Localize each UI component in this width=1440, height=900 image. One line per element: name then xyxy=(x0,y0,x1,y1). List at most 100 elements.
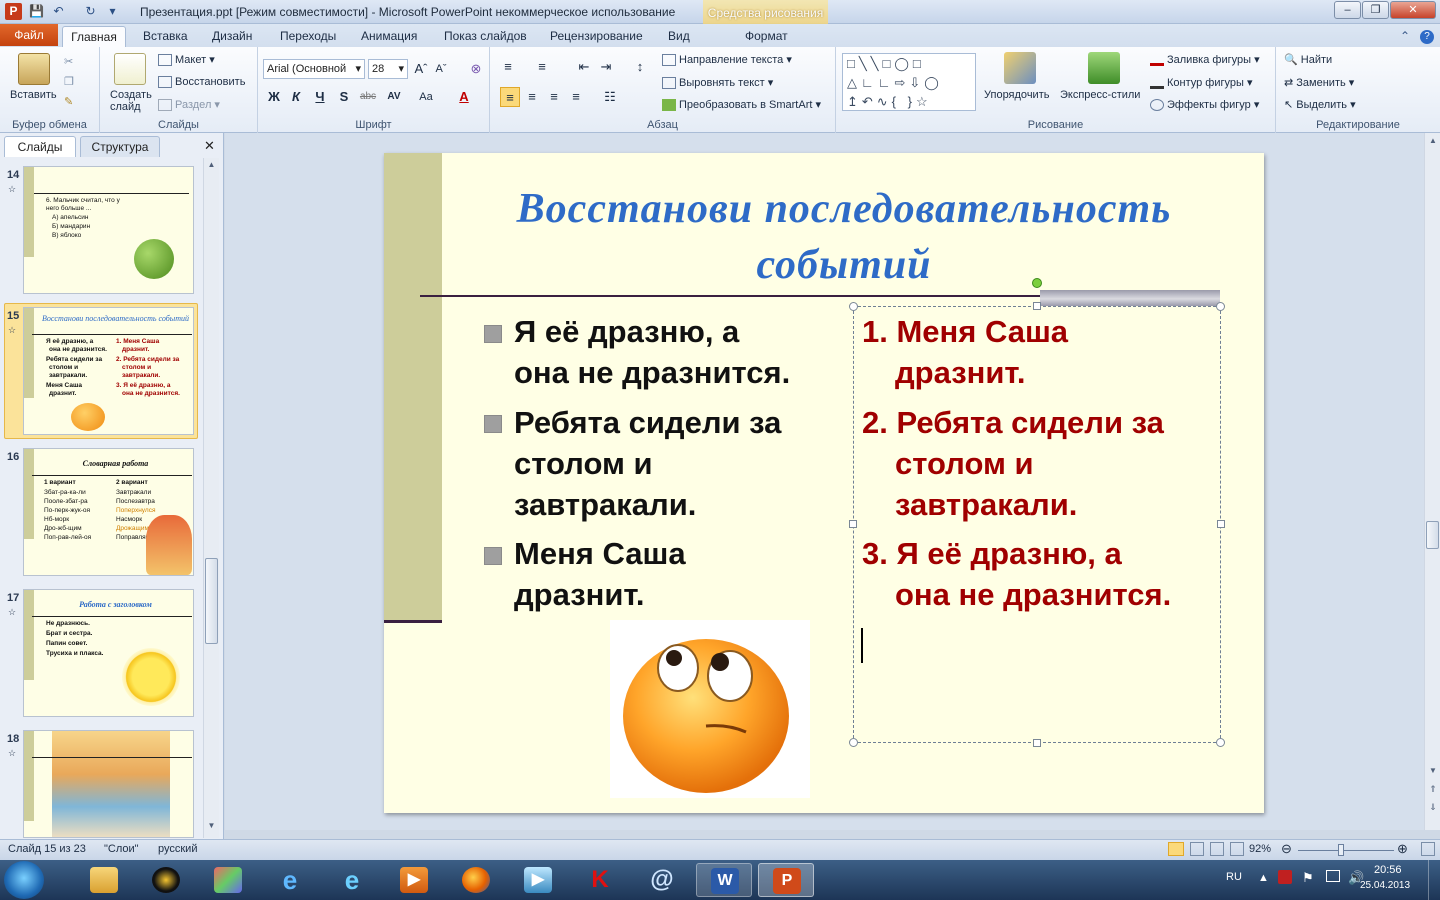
left-item-2[interactable]: Ребята сидели за столом и завтракали. xyxy=(514,402,781,525)
bold-button[interactable]: Ж xyxy=(264,87,284,107)
grow-font-icon[interactable]: Aˆ xyxy=(411,59,431,79)
shape-fill-button[interactable]: Заливка фигуры ▾ xyxy=(1150,53,1260,67)
zoom-slider-thumb[interactable] xyxy=(1338,844,1344,856)
smartart-button[interactable]: Преобразовать в SmartArt ▾ xyxy=(662,98,821,112)
taskbar-video[interactable]: ▶ xyxy=(386,863,442,897)
taskbar-powerpoint[interactable]: P xyxy=(758,863,814,897)
slideshow-icon[interactable] xyxy=(1230,842,1244,856)
taskbar-ie[interactable]: e xyxy=(262,863,318,897)
start-button[interactable] xyxy=(4,861,44,899)
customize-qat-icon[interactable]: ▾ xyxy=(104,3,121,20)
resize-handle[interactable] xyxy=(849,520,857,528)
scroll-up-icon[interactable]: ▲ xyxy=(1427,136,1439,145)
tab-insert[interactable]: Вставка xyxy=(143,29,188,43)
taskbar-word[interactable]: W xyxy=(696,863,752,897)
taskbar-mail[interactable]: @ xyxy=(634,863,690,897)
scroll-down-icon[interactable]: ▼ xyxy=(1427,766,1439,775)
clock-time[interactable]: 20:56 xyxy=(1374,864,1402,876)
arrange-icon[interactable] xyxy=(1004,52,1036,84)
copy-icon[interactable]: ❐ xyxy=(64,75,74,88)
slide-thumbnail-15[interactable]: Восстанови последовательность событий Я … xyxy=(23,307,194,435)
line-spacing-icon[interactable]: ↕ xyxy=(630,57,650,77)
maximize-button[interactable]: ❐ xyxy=(1362,1,1389,19)
justify-icon[interactable]: ≡ xyxy=(566,87,586,107)
tab-review[interactable]: Рецензирование xyxy=(550,29,643,43)
undo-icon[interactable]: ↶ xyxy=(50,3,67,20)
left-item-3[interactable]: Меня Саша дразнит. xyxy=(514,533,686,615)
right-item-2[interactable]: 2. Ребята сидели за столом и завтракали. xyxy=(862,402,1164,525)
normal-view-icon[interactable] xyxy=(1168,842,1184,856)
tab-view[interactable]: Вид xyxy=(668,29,690,43)
right-item-3[interactable]: 3. Я её дразню, а она не дразнится. xyxy=(862,533,1171,615)
slide-thumbnail-18[interactable] xyxy=(23,730,194,838)
taskbar-player[interactable]: ▶ xyxy=(510,863,566,897)
shapes-gallery[interactable]: □╲╲□◯□ △∟∟⇨⇩◯ ↥↶∿{ }☆ xyxy=(842,53,976,111)
increase-indent-icon[interactable]: ⇥ xyxy=(596,57,616,77)
taskbar-kaspersky[interactable]: K xyxy=(572,863,628,897)
reading-view-icon[interactable] xyxy=(1210,842,1224,856)
theme-name[interactable]: "Слои" xyxy=(104,843,139,855)
tab-format[interactable]: Формат xyxy=(745,29,788,43)
slide-thumbnail-14[interactable]: 6. Мальчик считал, что у него больше ...… xyxy=(23,166,194,294)
tab-outline-pane[interactable]: Структура xyxy=(80,136,160,157)
tab-file[interactable]: Файл xyxy=(0,24,58,46)
zoom-out-icon[interactable]: ⊖ xyxy=(1281,841,1292,857)
new-slide-button[interactable]: Создать слайд xyxy=(110,89,152,113)
shape-effects-button[interactable]: Эффекты фигур ▾ xyxy=(1150,98,1259,112)
tray-network-icon[interactable] xyxy=(1326,870,1340,882)
change-case-button[interactable]: Aa xyxy=(416,87,436,107)
left-item-1[interactable]: Я её дразню, а она не дразнится. xyxy=(514,311,790,393)
prev-slide-icon[interactable]: ⇑ xyxy=(1427,784,1439,795)
text-direction-button[interactable]: Направление текста ▾ xyxy=(662,53,792,67)
tray-flag-icon[interactable]: ⚑ xyxy=(1302,870,1314,886)
rotate-handle[interactable] xyxy=(1032,278,1042,288)
resize-handle[interactable] xyxy=(849,302,858,311)
show-desktop-button[interactable] xyxy=(1428,860,1440,900)
quick-styles-icon[interactable] xyxy=(1088,52,1120,84)
taskbar-firefox[interactable] xyxy=(448,863,504,897)
zoom-slider[interactable] xyxy=(1298,850,1394,851)
decrease-indent-icon[interactable]: ⇤ xyxy=(574,57,594,77)
taskbar-paint[interactable] xyxy=(200,863,256,897)
columns-icon[interactable]: ☷ xyxy=(600,87,620,107)
resize-handle[interactable] xyxy=(1033,739,1041,747)
new-slide-icon[interactable] xyxy=(114,53,146,85)
resize-handle[interactable] xyxy=(1217,520,1225,528)
pane-scrollbar[interactable]: ▲ ▼ xyxy=(203,158,219,838)
replace-button[interactable]: ⇄ Заменить ▾ xyxy=(1284,76,1354,89)
save-icon[interactable]: 💾 xyxy=(28,3,45,20)
resize-handle[interactable] xyxy=(1033,302,1041,310)
redo-icon[interactable]: ↻ xyxy=(82,3,99,20)
help-icon[interactable]: ? xyxy=(1420,30,1434,44)
shadow-button[interactable]: S xyxy=(334,87,354,107)
select-button[interactable]: ↖ Выделить ▾ xyxy=(1284,98,1356,111)
align-center-icon[interactable]: ≡ xyxy=(522,87,542,107)
minimize-ribbon-icon[interactable]: ⌃ xyxy=(1400,29,1410,43)
align-text-button[interactable]: Выровнять текст ▾ xyxy=(662,76,773,90)
font-name-combo[interactable]: Arial (Основной ▾ xyxy=(263,59,365,79)
scroll-down-icon[interactable]: ▼ xyxy=(205,821,218,833)
tray-chevron-icon[interactable]: ▲ xyxy=(1258,872,1269,884)
tab-slides-pane[interactable]: Слайды xyxy=(4,136,76,157)
slide-thumbnail-17[interactable]: Работа с заголовком Не дразнюсь. Брат и … xyxy=(23,589,194,717)
confused-emoji-picture[interactable] xyxy=(610,620,810,798)
taskbar-ie2[interactable]: e xyxy=(324,863,380,897)
italic-button[interactable]: К xyxy=(286,87,306,107)
numbering-icon[interactable]: ≡ xyxy=(532,57,552,77)
arrange-button[interactable]: Упорядочить xyxy=(984,89,1049,101)
fit-to-window-icon[interactable] xyxy=(1421,842,1435,856)
reset-button[interactable]: Восстановить xyxy=(158,76,245,89)
taskbar-media-player[interactable] xyxy=(138,863,194,897)
format-painter-icon[interactable]: ✎ xyxy=(64,95,73,108)
align-left-icon[interactable]: ≡ xyxy=(500,87,520,107)
resize-handle[interactable] xyxy=(1216,738,1225,747)
shape-outline-button[interactable]: Контур фигуры ▾ xyxy=(1150,76,1253,90)
layout-button[interactable]: Макет ▾ xyxy=(158,53,215,67)
language-status[interactable]: русский xyxy=(158,843,197,855)
quick-styles-button[interactable]: Экспресс-стили xyxy=(1060,89,1140,101)
align-right-icon[interactable]: ≡ xyxy=(544,87,564,107)
tab-home[interactable]: Главная xyxy=(62,26,126,48)
bullets-icon[interactable]: ≡ xyxy=(498,57,518,77)
paste-button[interactable]: Вставить xyxy=(10,89,57,101)
tray-antivirus-icon[interactable] xyxy=(1278,870,1292,884)
